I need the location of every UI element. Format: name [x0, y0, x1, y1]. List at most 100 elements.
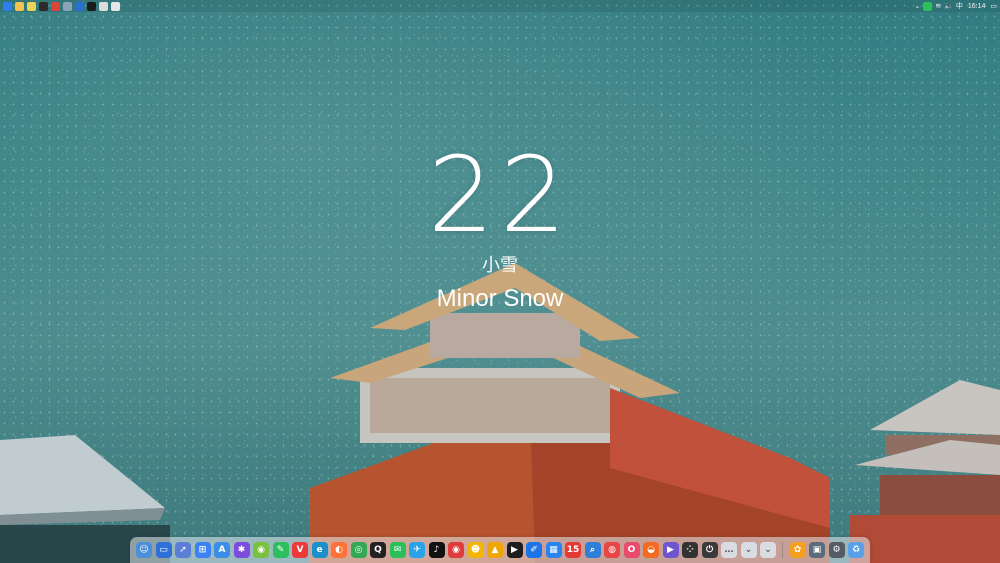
netease-music-dock-item[interactable]: ◉: [447, 541, 466, 560]
power-icon: ⏻: [701, 542, 718, 558]
chevron-down-alt-icon: ⌄: [760, 542, 776, 558]
dock-separator: [782, 542, 784, 558]
wechat-icon: ✉: [389, 542, 406, 558]
chrome-icon: ◎: [350, 542, 367, 558]
calendar-icon: 15: [565, 542, 581, 558]
finder-icon: ☺: [136, 542, 152, 558]
brave-dock-item[interactable]: ◒: [642, 541, 661, 560]
purple-app-dock-item[interactable]: ✱: [232, 541, 251, 560]
evernote-dock-item[interactable]: ✎: [271, 541, 290, 560]
search-app-dock-item[interactable]: ⌕: [583, 541, 602, 560]
weather-condition-en: Minor Snow: [436, 285, 564, 312]
purple-app-icon: ✱: [233, 542, 250, 558]
vivaldi-icon: V: [292, 542, 308, 558]
system-settings-dock-item[interactable]: ⚙: [827, 541, 846, 560]
tray-chevron-icon[interactable]: ⌄: [914, 2, 920, 11]
finder-dock-item[interactable]: ☺: [135, 541, 154, 560]
volume-icon[interactable]: 🔈: [944, 2, 953, 11]
qq-icon: Q: [370, 542, 386, 558]
input-method-icon[interactable]: 中: [956, 2, 963, 11]
yellow-app-dock-item[interactable]: ☻: [466, 541, 485, 560]
notes-icon[interactable]: [27, 1, 36, 11]
opera-icon: O: [623, 542, 640, 558]
purple-video-dock-item[interactable]: ▶: [661, 541, 680, 560]
top-panel: ⌄ ≋ 🔈 中 16:14 ▭: [0, 0, 1000, 12]
tiktok-dock-item[interactable]: ♪: [427, 541, 446, 560]
photos-dock-item[interactable]: ✿: [788, 541, 807, 560]
purple-video-icon: ▶: [662, 542, 679, 558]
desktop-dock-item[interactable]: ▭: [154, 541, 173, 560]
wifi-icon[interactable]: ≋: [935, 2, 941, 11]
wechat-tray-icon[interactable]: [923, 1, 933, 11]
feishu-dock-item[interactable]: ✈: [408, 541, 427, 560]
clock[interactable]: 16:14: [966, 3, 988, 10]
evernote-icon: ✎: [272, 542, 289, 558]
firefox-dock-item[interactable]: ◐: [330, 541, 349, 560]
grid-app-icon: ▦: [545, 542, 562, 558]
edge-icon: e: [311, 542, 328, 558]
settings-icon[interactable]: [111, 1, 120, 11]
chevron-down-icon: ⌄: [740, 542, 757, 558]
picture-icon[interactable]: [63, 1, 72, 11]
chevron-down-alt-dock-item[interactable]: ⌄: [759, 541, 778, 560]
top-panel-app-list: [0, 1, 123, 11]
recycle-bin-dock-item[interactable]: ♻: [847, 541, 866, 560]
green-app-dock-item[interactable]: ◉: [252, 541, 271, 560]
temperature: 22: [427, 134, 573, 256]
blue-doc-dock-item[interactable]: ✐: [525, 541, 544, 560]
brave-icon: ◒: [643, 542, 659, 558]
launchpad-dock-item[interactable]: ➚: [174, 541, 193, 560]
calendar-dock-item[interactable]: 15: [564, 541, 583, 560]
media-player-icon[interactable]: [87, 1, 96, 11]
yellow-app-icon: ☻: [467, 542, 484, 558]
red-app-icon: ◍: [604, 542, 620, 558]
screen-icon[interactable]: [99, 1, 108, 11]
desktop: ⌄ ≋ 🔈 中 16:14 ▭ 22 小雪 Minor Snow ☺ ▭ ➚ ⊞ A ✱ ◉…: [0, 0, 1000, 563]
feishu-icon: ✈: [409, 542, 425, 558]
infuse-dock-item[interactable]: ▶: [505, 541, 524, 560]
blue-app-icon[interactable]: [75, 1, 84, 11]
multi-app-icon: ⁘: [682, 542, 698, 558]
tiktok-icon: ♪: [428, 542, 445, 558]
edge-dock-item[interactable]: e: [310, 541, 329, 560]
windows-app-icon: ⊞: [194, 542, 211, 558]
chevron-down-dock-item[interactable]: ⌄: [739, 541, 758, 560]
recycle-bin-icon: ♻: [848, 542, 864, 558]
more-dock-item[interactable]: …: [720, 541, 739, 560]
infuse-icon: ▶: [506, 542, 523, 558]
chrome-icon[interactable]: [51, 1, 60, 11]
photos-icon: ✿: [789, 542, 806, 558]
system-settings-icon: ⚙: [828, 542, 845, 558]
folder-icon[interactable]: [15, 1, 24, 11]
weather-condition-cn: 小雪: [482, 255, 518, 275]
qq-dock-item[interactable]: Q: [369, 541, 388, 560]
power-dock-item[interactable]: ⏻: [700, 541, 719, 560]
launchpad-icon: ➚: [175, 542, 191, 558]
firefox-icon: ◐: [331, 542, 347, 558]
weather-widget: 22 小雪 Minor Snow: [0, 140, 1000, 314]
grid-app-dock-item[interactable]: ▦: [544, 541, 563, 560]
app-store-icon: A: [214, 542, 230, 558]
more-icon: …: [721, 542, 737, 558]
app-store-dock-item[interactable]: A: [213, 541, 232, 560]
image-viewer-dock-item[interactable]: ▣: [808, 541, 827, 560]
wechat-dock-item[interactable]: ✉: [388, 541, 407, 560]
search-app-icon: ⌕: [584, 542, 601, 558]
opera-dock-item[interactable]: O: [622, 541, 641, 560]
terminal-icon[interactable]: [39, 1, 48, 11]
multi-app-dock-item[interactable]: ⁘: [681, 541, 700, 560]
blue-doc-icon: ✐: [526, 542, 542, 558]
netease-music-icon: ◉: [448, 542, 464, 558]
image-viewer-icon: ▣: [809, 542, 825, 558]
system-tray: ⌄ ≋ 🔈 中 16:14 ▭: [911, 1, 1000, 11]
windows-app-dock-item[interactable]: ⊞: [193, 541, 212, 560]
windows-start-icon[interactable]: [3, 1, 12, 11]
mango-icon: ▲: [487, 542, 503, 558]
dock: ☺ ▭ ➚ ⊞ A ✱ ◉ ✎ Ve ◐ ◎ Q ✉ ✈ ♪ ◉ ☻ ▲ ▶ ✐ ▦ 15 ⌕ ◍ O ◒ ▶ ⁘ ⏻… ⌄ ⌄ ✿ ▣ ⚙ ♻: [130, 537, 870, 563]
chrome-dock-item[interactable]: ◎: [349, 541, 368, 560]
mango-dock-item[interactable]: ▲: [486, 541, 505, 560]
desktop-icon: ▭: [155, 542, 172, 558]
red-app-dock-item[interactable]: ◍: [603, 541, 622, 560]
vivaldi-dock-item[interactable]: V: [291, 541, 310, 560]
notification-icon[interactable]: ▭: [990, 2, 997, 11]
